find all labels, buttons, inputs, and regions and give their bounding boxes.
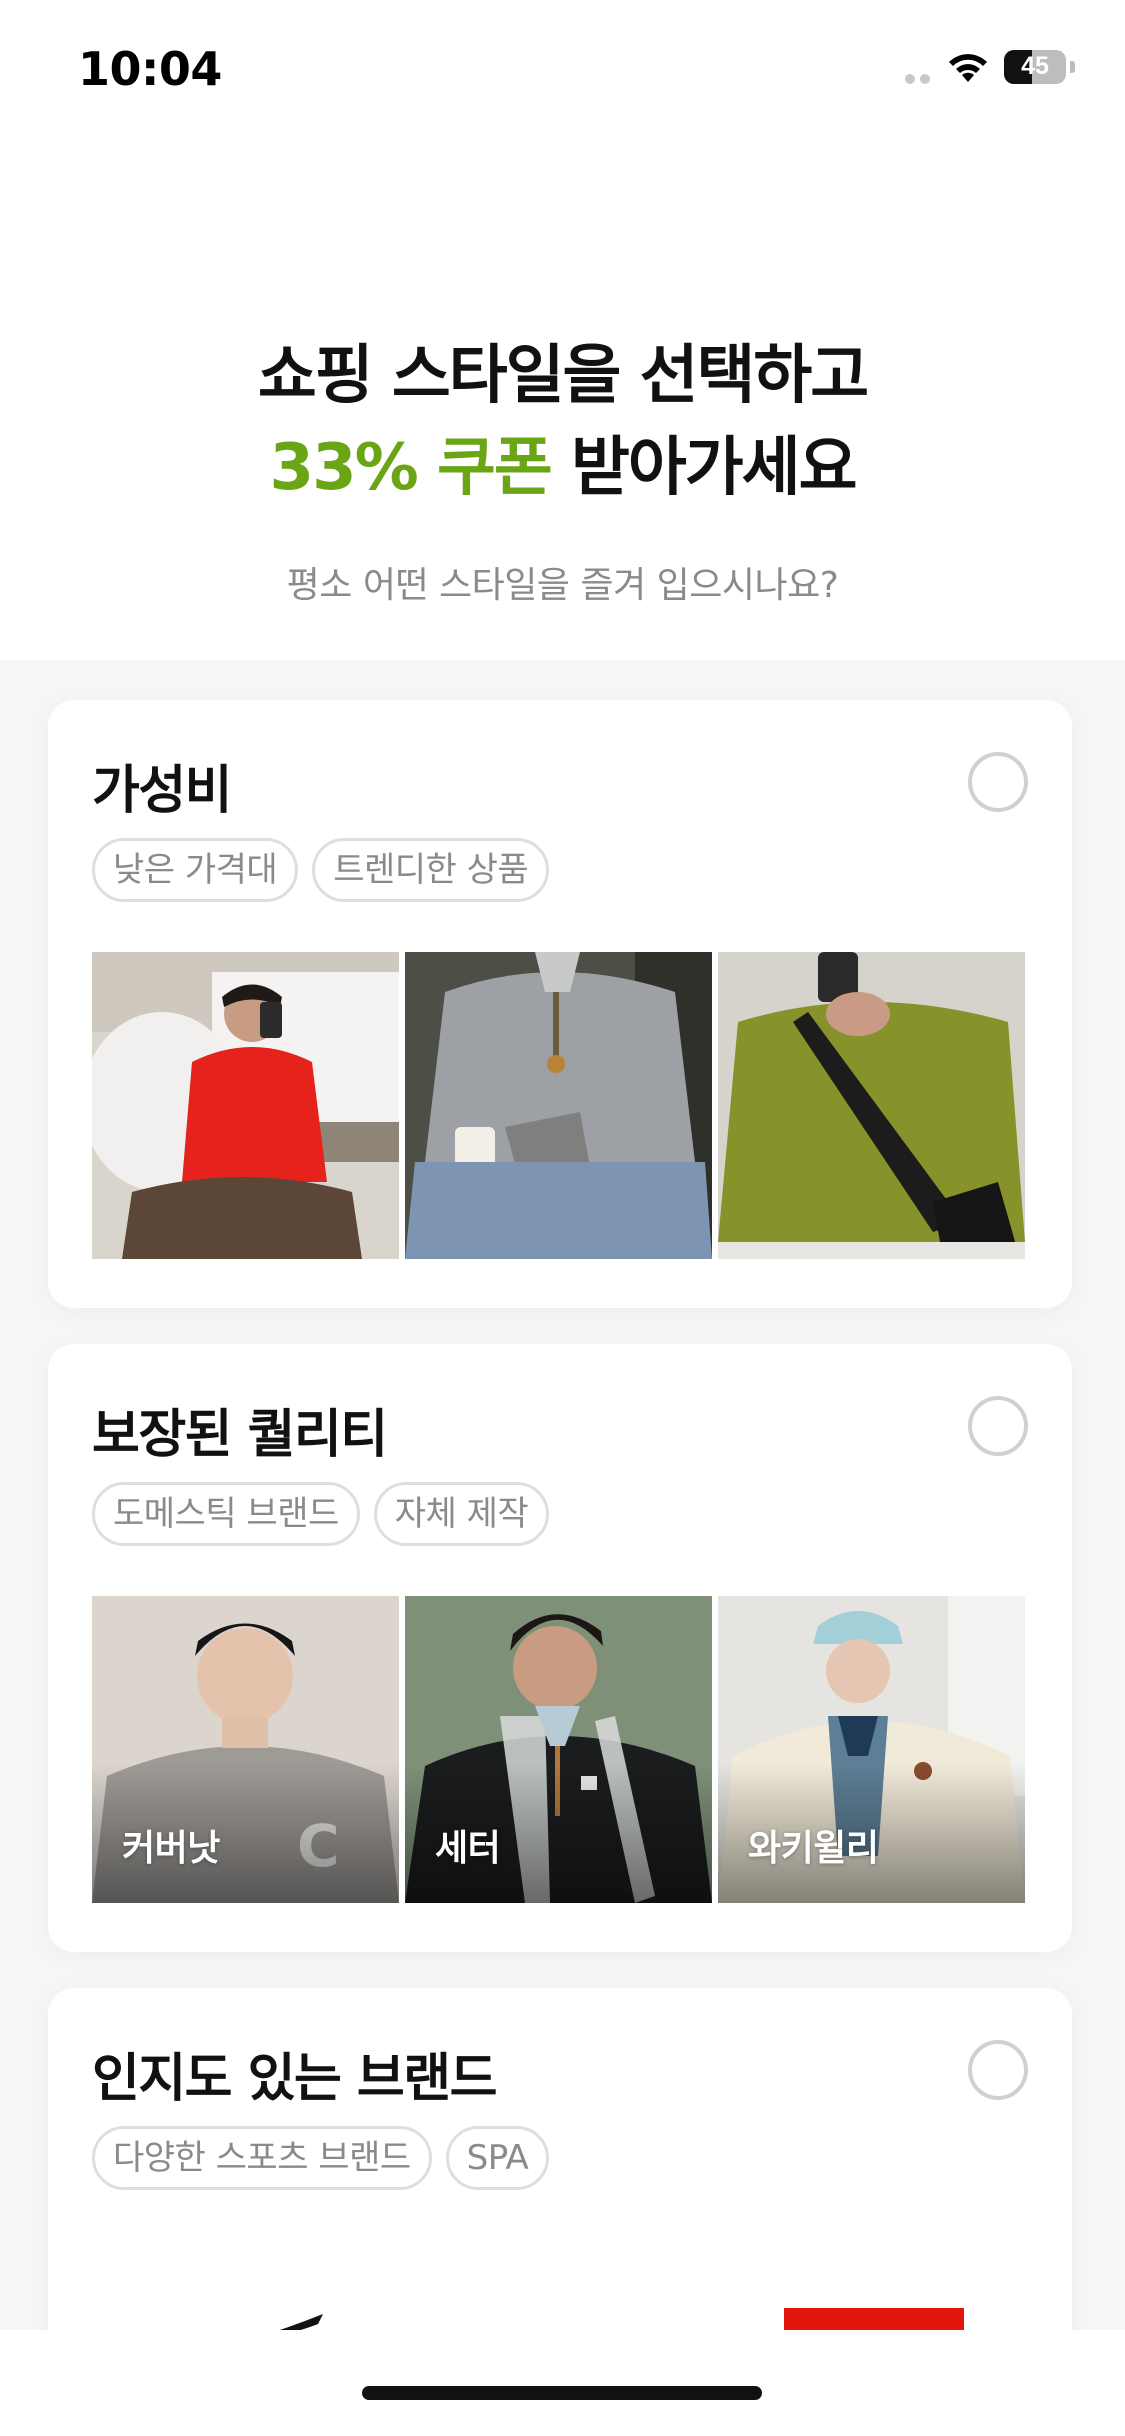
tag-list: 낮은 가격대 트렌디한 상품 [92, 838, 550, 902]
home-indicator[interactable] [362, 2386, 762, 2400]
cellular-signal-icon [905, 72, 931, 84]
track-jacket-photo[interactable]: 세터 [405, 1596, 712, 1903]
style-card-value[interactable]: 가성비 낮은 가격대 트렌디한 상품 [48, 700, 1072, 1308]
card-title: 인지도 있는 브랜드 [92, 2049, 497, 2109]
status-bar: 10:04 45 [0, 0, 1125, 140]
hero: 쇼핑 스타일을 선택하고 33% 쿠폰 받아가세요 평소 어떤 스타일을 즐겨 … [0, 330, 1125, 608]
hero-title-accent: 33% 쿠폰 [269, 431, 553, 505]
tag: 도메스틱 브랜드 [92, 1482, 360, 1546]
tag-list: 도메스틱 브랜드 자체 제작 [92, 1482, 550, 1546]
hero-subtitle: 평소 어떤 스타일을 즐겨 입으시나요? [286, 565, 839, 606]
card-title: 보장된 퀄리티 [92, 1405, 388, 1465]
style-select-screen: 10:04 45 쇼핑 스타일을 선택하고 33% 쿠폰 받아가세요 평소 어떤… [0, 0, 1125, 2436]
style-card-quality[interactable]: 보장된 퀄리티 도메스틱 브랜드 자체 제작 C 커버낫 [48, 1344, 1072, 1952]
brand-label: 세터 [435, 1828, 501, 1869]
brand-label: 와키윌리 [748, 1828, 879, 1869]
gray-sweatshirt-photo[interactable]: C 커버낫 [92, 1596, 399, 1903]
tag: 다양한 스포츠 브랜드 [92, 2126, 432, 2190]
wifi-icon [949, 54, 987, 82]
battery-cap [1070, 61, 1075, 73]
tag: SPA [445, 2126, 550, 2190]
gray-knit-photo [405, 952, 712, 1259]
puffer-jacket-photo[interactable]: 와키윌리 [718, 1596, 1025, 1903]
tag-list: 다양한 스포츠 브랜드 SPA [92, 2126, 550, 2190]
brand-label: 커버낫 [122, 1828, 220, 1869]
hero-title-line1: 쇼핑 스타일을 선택하고 [257, 339, 869, 413]
tag: 자체 제작 [373, 1482, 550, 1546]
tag: 낮은 가격대 [92, 838, 299, 902]
red-sweater-photo [92, 952, 399, 1259]
radio-button[interactable] [968, 2040, 1028, 2100]
photo-row [92, 952, 1025, 1259]
hero-title: 쇼핑 스타일을 선택하고 33% 쿠폰 받아가세요 [0, 330, 1125, 514]
hero-title-rest: 받아가세요 [550, 431, 857, 505]
green-sweater-photo [718, 952, 1025, 1259]
photo-row: C 커버낫 세터 [92, 1596, 1025, 1903]
card-title: 가성비 [92, 761, 233, 821]
radio-button[interactable] [968, 1396, 1028, 1456]
battery-percent: 45 [1021, 52, 1049, 80]
radio-button[interactable] [968, 752, 1028, 812]
status-time: 10:04 [78, 42, 222, 96]
bottom-safe-area [0, 2330, 1125, 2436]
battery-icon: 45 [1004, 50, 1066, 84]
tag: 트렌디한 상품 [312, 838, 550, 902]
